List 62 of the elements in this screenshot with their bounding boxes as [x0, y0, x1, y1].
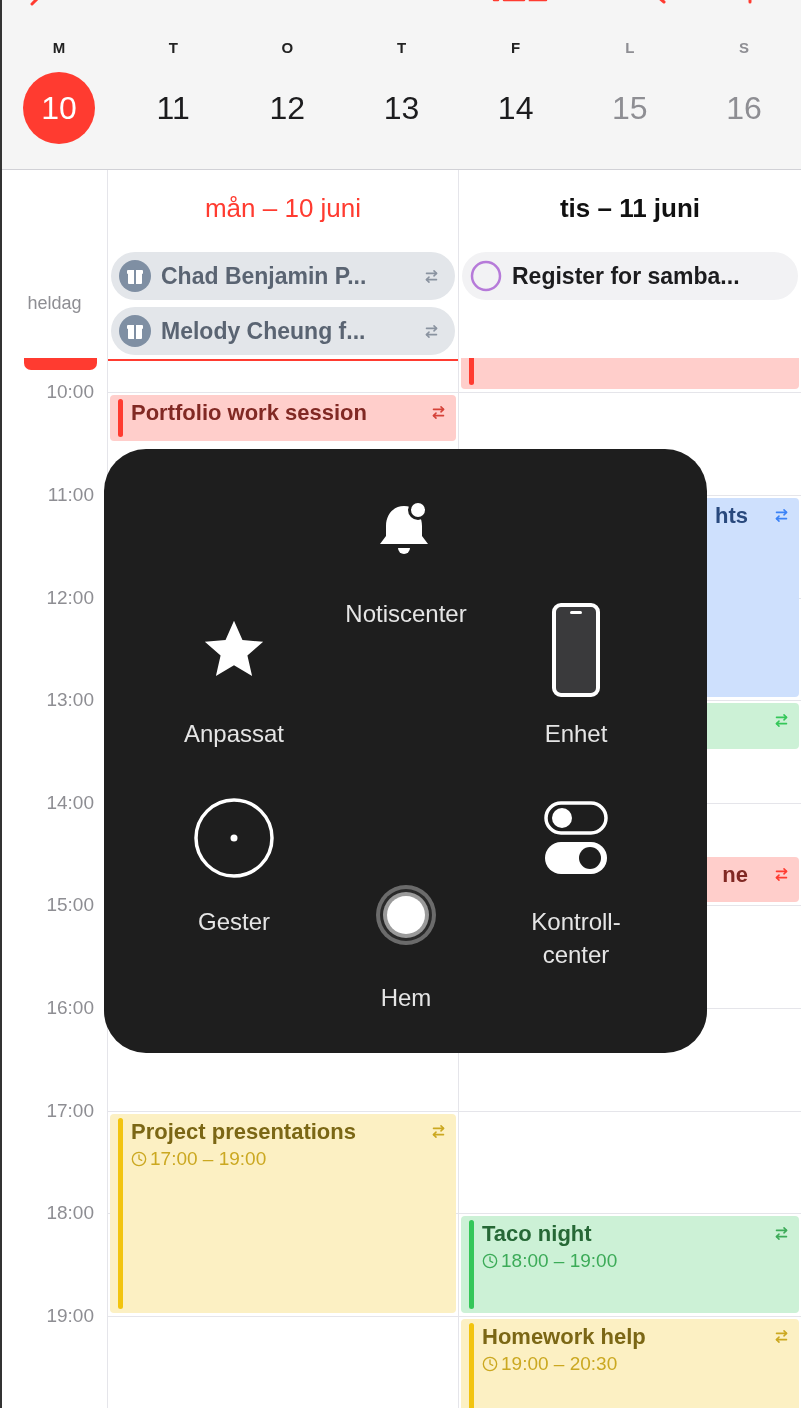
week-day-button[interactable]: 10 — [23, 72, 96, 144]
event-time: 17:00 – 19:00 — [131, 1145, 423, 1172]
hour-label: 17:00 — [46, 1099, 94, 1122]
all-day-event-title: Chad Benjamin P... — [161, 261, 368, 291]
calendar-event[interactable]: Taco night 18:00 – 19:00 — [461, 1216, 799, 1313]
event-time: 19:00 – 20:30 — [482, 1350, 766, 1377]
hour-label: 13:00 — [46, 689, 94, 712]
weekday-letter: T — [396, 38, 407, 58]
calendar-event[interactable]: Project presentations 17:00 – 19:00 — [110, 1113, 456, 1313]
menu-item-label: Anpassat — [182, 719, 286, 749]
event-title: Homework help — [482, 1322, 647, 1351]
week-day-button[interactable]: 12 — [251, 72, 324, 144]
menu-item-label: Enhet — [543, 719, 609, 749]
week-day-button[interactable]: 16 — [707, 72, 780, 144]
weekday-letter: T — [168, 38, 178, 58]
menu-item-label: Kontroll-center — [530, 907, 622, 970]
hour-label: 10:00 — [46, 381, 94, 404]
clock-icon — [482, 1355, 498, 1372]
day-heading: tis – 11 juni — [558, 192, 702, 224]
calendar-event[interactable]: Homework help 19:00 – 20:30 — [461, 1318, 799, 1408]
hour-label: 18:00 — [46, 1202, 94, 1225]
all-day-label: heldag — [27, 293, 82, 313]
phone-icon — [551, 602, 601, 698]
event-title: Project presentations — [131, 1117, 357, 1146]
week-day-button[interactable]: 11 — [137, 72, 210, 144]
gesture-icon — [193, 797, 275, 879]
event-title: ne — [722, 861, 748, 890]
week-day-button[interactable]: 14 — [479, 72, 552, 144]
menu-item-label: Hem — [379, 983, 433, 1013]
toggles-icon — [543, 800, 609, 876]
hour-label: 12:00 — [46, 586, 94, 609]
day-heading: mån – 10 juni — [203, 192, 363, 224]
clock-icon — [482, 1253, 498, 1270]
week-day-button[interactable]: 13 — [365, 72, 438, 144]
hour-label: 16:00 — [46, 997, 94, 1020]
event-title: Taco night — [482, 1220, 593, 1249]
event-time: 18:00 – 19:00 — [482, 1248, 766, 1275]
weekday-letter: S — [738, 38, 749, 58]
reminder-circle-icon — [470, 260, 502, 292]
hour-label: 19:00 — [46, 1304, 94, 1327]
weekday-letter: M — [52, 38, 66, 58]
gift-icon — [119, 260, 151, 292]
hour-label: 15:00 — [46, 894, 94, 917]
home-button-icon — [374, 883, 438, 947]
all-day-event[interactable]: Melody Cheung f... — [111, 307, 455, 355]
all-day-event[interactable]: Chad Benjamin P... — [111, 252, 455, 300]
menu-item-label: Gester — [197, 907, 271, 937]
all-day-event-title: Melody Cheung f... — [161, 316, 367, 346]
gift-icon — [119, 315, 151, 347]
calendar-event[interactable]: Portfolio work session — [110, 395, 456, 441]
week-day-button[interactable]: 15 — [593, 72, 666, 144]
weekday-letter: O — [281, 38, 294, 58]
event-title: hts — [715, 502, 748, 531]
clock-icon — [131, 1150, 147, 1167]
hour-label: 11:00 — [47, 484, 94, 507]
menu-item-label: Notiscenter — [344, 599, 468, 629]
all-day-event-title: Register for samba... — [512, 261, 741, 291]
weekday-letter: F — [511, 38, 521, 58]
hour-label: 14:00 — [46, 791, 94, 814]
event-title: Portfolio work session — [131, 399, 368, 428]
all-day-event[interactable]: Register for samba... — [462, 252, 798, 300]
weekday-letter: L — [625, 38, 635, 58]
